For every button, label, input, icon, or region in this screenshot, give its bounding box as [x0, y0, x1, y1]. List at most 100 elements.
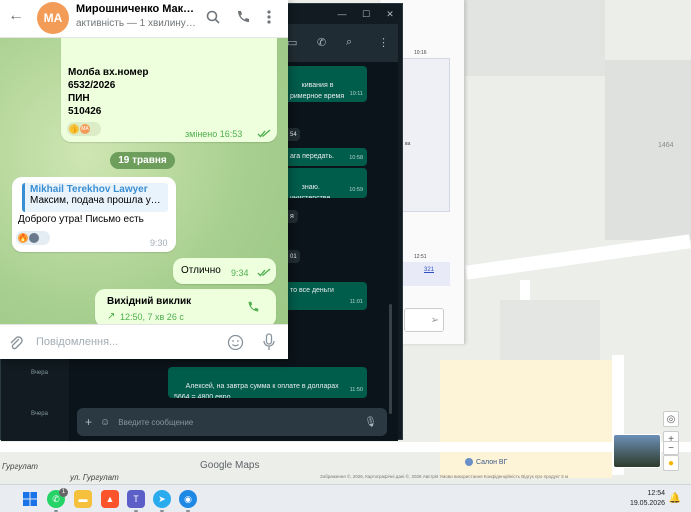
brave-browser-icon[interactable]: ▲: [101, 490, 119, 508]
teams-icon[interactable]: T: [127, 490, 145, 508]
message-bubble[interactable]: знаю. инистерстве 10:59: [284, 168, 367, 198]
message-bubble[interactable]: ага передать. 10:58: [284, 148, 367, 166]
menu-icon[interactable]: ⋮: [378, 36, 389, 49]
place-name: Салон ВГ: [476, 458, 508, 466]
telegram-header: ← MA Мирошниченко Максим активність — 1 …: [0, 0, 288, 38]
google-maps-logo: Google Maps: [200, 460, 260, 471]
message-time: 9:34: [231, 268, 249, 278]
microphone-icon[interactable]: 🎙: [364, 417, 377, 428]
outgoing-arrow-icon: ↗: [107, 311, 116, 322]
web-side-text: ва: [405, 141, 411, 147]
map-attribution: Зображення ©, 2026, Картографічні дані ©…: [320, 474, 569, 479]
message-text: Доброго утра! Письмо есть: [18, 214, 144, 225]
web-link[interactable]: 321: [402, 262, 450, 286]
message-text: 01: [290, 254, 297, 260]
notification-badge: 1: [59, 488, 68, 497]
map-zoom-out-button[interactable]: −: [663, 441, 679, 455]
message-text: Алексей, на завтра сумма к оплате в долл…: [174, 383, 339, 398]
windows-start-icon[interactable]: [21, 490, 39, 508]
message-text: я: [290, 213, 294, 220]
file-explorer-icon[interactable]: ▬: [74, 490, 92, 508]
minimize-icon[interactable]: —: [330, 9, 354, 19]
message-input[interactable]: Повідомлення...: [36, 336, 118, 348]
more-options-icon[interactable]: [261, 9, 277, 25]
message-line: ПИН: [68, 93, 90, 104]
message-input[interactable]: Введите сообщение: [118, 418, 193, 427]
message-line: 510426: [68, 106, 102, 117]
message-bubble[interactable]: Алексей, на завтра сумма к оплате в долл…: [168, 367, 367, 398]
map-place-marker[interactable]: Салон ВГ: [465, 458, 507, 466]
map-pegman-icon[interactable]: ●: [663, 455, 679, 471]
video-call-icon[interactable]: ▭: [287, 36, 297, 49]
search-icon[interactable]: [205, 9, 221, 25]
telegram-taskbar-icon[interactable]: ➤: [153, 490, 171, 508]
call-detail: 12:50, 7 хв 26 с: [120, 312, 184, 322]
search-icon[interactable]: ⌕: [346, 36, 352, 49]
web-chat-box: ва: [402, 58, 450, 212]
map-layer-thumbnail[interactable]: [613, 434, 661, 468]
message-line: Молба вх.номер: [68, 67, 149, 78]
map-street-label: ул. Гургулат: [70, 473, 119, 482]
outgoing-message[interactable]: Молба вх.номер 6532/2026 ПИН 510426 👍 MA…: [61, 38, 277, 142]
call-back-phone-icon[interactable]: [246, 300, 260, 314]
quote-author: Mikhail Terekhov Lawyer: [30, 184, 148, 195]
clock-time: 12:54: [647, 490, 665, 497]
browser-icon[interactable]: ◉: [179, 490, 197, 508]
chat-date: Вчера: [31, 411, 48, 417]
message-time: 9:30: [150, 238, 168, 248]
chat-date: Вчера: [31, 370, 48, 376]
microphone-icon[interactable]: [262, 333, 276, 351]
message-time: 11:01: [349, 299, 363, 305]
telegram-composer[interactable]: Повідомлення...: [0, 324, 288, 359]
emoji-icon[interactable]: [227, 334, 244, 351]
whatsapp-composer[interactable]: + ☺ Введите сообщение 🎙: [77, 408, 387, 436]
contact-name[interactable]: Мирошниченко Максим: [76, 3, 198, 15]
message-time: 10:11: [349, 91, 363, 97]
maximize-icon[interactable]: ☐: [354, 9, 378, 20]
sticker-icon[interactable]: ☺: [100, 417, 110, 428]
message-text: 54: [290, 132, 297, 138]
message-time: 11:50: [349, 387, 363, 393]
call-title: Вихідний виклик: [107, 296, 192, 307]
message-text: то все деньги: [290, 287, 334, 294]
attach-icon[interactable]: [9, 335, 23, 351]
double-check-icon: [257, 268, 271, 277]
message-bubble[interactable]: кивания в римерное время 10:11: [284, 66, 367, 102]
reactions[interactable]: 👍 MA: [67, 122, 101, 136]
reactions[interactable]: 🔥: [16, 231, 50, 245]
whatsapp-scrollbar[interactable]: [389, 304, 392, 414]
contact-status: активність — 1 хвилину тому: [76, 18, 198, 29]
back-arrow-icon[interactable]: ←: [8, 7, 24, 25]
avatar[interactable]: MA: [37, 2, 69, 34]
phone-icon[interactable]: ✆: [317, 36, 326, 49]
message-text: знаю. инистерстве: [290, 184, 330, 198]
thumbs-up-icon: 👍: [69, 124, 79, 134]
reaction-avatar: [29, 233, 39, 243]
date-separator: 19 травня: [110, 152, 175, 169]
system-clock[interactable]: 12:54 19.05.2026: [630, 489, 665, 509]
web-time: 12:51: [414, 254, 427, 260]
message-text: кивания в римерное время: [290, 82, 345, 100]
message-time: 10:58: [349, 155, 363, 161]
phone-icon[interactable]: [235, 9, 251, 25]
call-message[interactable]: Вихідний виклик ↗ 12:50, 7 хв 26 с: [95, 289, 276, 327]
double-check-icon: [257, 129, 271, 138]
web-time: 10:16: [414, 50, 427, 56]
message-line: 6532/2026: [68, 80, 116, 91]
close-icon[interactable]: ✕: [378, 9, 402, 20]
message-meta: змінено 16:53: [185, 129, 243, 139]
quote-text: Максим, подача прошла ус...: [30, 195, 163, 206]
send-icon: ➢: [430, 314, 439, 326]
message-time: 10:59: [349, 187, 363, 193]
plus-icon[interactable]: +: [85, 415, 92, 429]
fire-icon: 🔥: [18, 233, 28, 243]
web-send-button[interactable]: ➢: [404, 308, 444, 332]
telegram-window: ← MA Мирошниченко Максим активність — 1 …: [0, 0, 288, 359]
reply-quote[interactable]: Mikhail Terekhov Lawyer Максим, подача п…: [22, 183, 168, 212]
outgoing-message[interactable]: Отлично 9:34: [173, 258, 276, 284]
map-locate-button[interactable]: ◎: [663, 411, 679, 427]
notification-bell-icon[interactable]: 🔔: [669, 493, 681, 504]
whatsapp-titlebar: — ☐ ✕: [282, 4, 402, 24]
taskbar: ✆ 1 ▬ ▲ T ➤ ◉ 12:54 19.05.2026 🔔: [0, 484, 691, 512]
message-bubble[interactable]: то все деньги 11:01: [284, 282, 367, 310]
